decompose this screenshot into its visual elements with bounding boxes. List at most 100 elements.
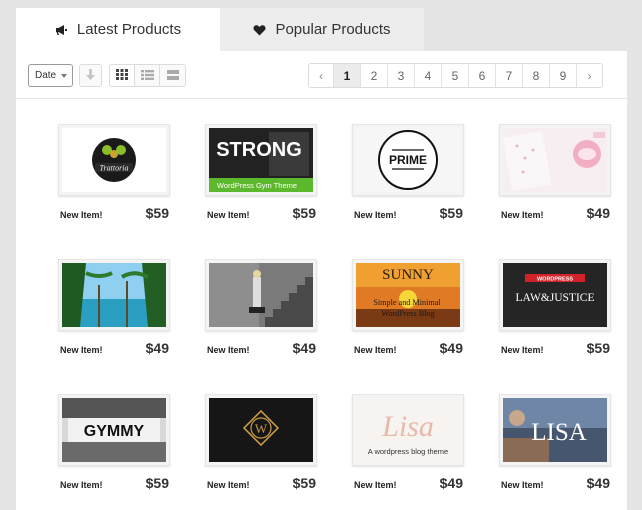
arrow-down-icon (85, 67, 96, 85)
product-card: Trattoria New Item! $59 (58, 124, 170, 236)
tab-label: Popular Products (275, 21, 391, 38)
product-label: New Item! (207, 480, 250, 490)
pagination: ‹ 1 2 3 4 5 6 7 8 9 › (308, 63, 603, 88)
product-label: New Item! (60, 480, 103, 490)
product-thumbnail[interactable]: PRIME (352, 124, 464, 196)
list-view-icon (140, 67, 154, 85)
sort-direction-button[interactable] (79, 64, 102, 87)
thumb-text: STRONG (216, 139, 302, 161)
product-thumbnail[interactable]: WORDPRESS LAW&JUSTICE (499, 259, 611, 331)
product-card: Lisa A wordpress blog theme New Item! $4… (352, 394, 464, 506)
product-label: New Item! (207, 345, 250, 355)
thumb-text: Lisa (381, 410, 434, 443)
product-label: New Item! (207, 210, 250, 220)
list-view-button[interactable] (135, 65, 160, 86)
thumb-subtext-line: Simple and Minimal (373, 298, 441, 307)
product-thumbnail[interactable]: W (205, 394, 317, 466)
product-card: LISA New Item! $49 (499, 394, 611, 506)
tab-label: Latest Products (76, 21, 182, 38)
pagination-page-7[interactable]: 7 (496, 64, 523, 87)
product-thumbnail[interactable] (205, 259, 317, 331)
product-card: GYMMY New Item! $59 (58, 394, 170, 506)
thumb-text: SUNNY (382, 267, 434, 283)
product-thumbnail[interactable]: STRONG WordPress Gym Theme (205, 124, 317, 196)
pagination-page-1[interactable]: 1 (334, 64, 361, 87)
product-thumbnail[interactable] (58, 259, 170, 331)
product-meta: New Item! $49 (499, 205, 611, 221)
sort-select[interactable]: Date (28, 64, 73, 87)
pagination-prev[interactable]: ‹ (309, 64, 334, 87)
product-price: $59 (292, 475, 316, 491)
pagination-page-8[interactable]: 8 (523, 64, 550, 87)
pagination-page-9[interactable]: 9 (550, 64, 577, 87)
product-thumbnail[interactable]: SUNNY Simple and Minimal WordPress Blog (352, 259, 464, 331)
pagination-next[interactable]: › (577, 64, 602, 87)
thumb-text: Trattoria (100, 164, 129, 173)
product-price: $49 (439, 340, 463, 356)
product-price: $59 (292, 205, 316, 221)
thumb-subtext: WordPress Gym Theme (217, 181, 297, 190)
product-label: New Item! (354, 210, 397, 220)
product-card: STRONG WordPress Gym Theme New Item! $59 (205, 124, 317, 236)
product-label: New Item! (501, 345, 544, 355)
thumb-text: W (255, 421, 268, 436)
product-meta: New Item! $49 (205, 340, 317, 356)
product-meta: New Item! $59 (205, 475, 317, 491)
product-price: $59 (439, 205, 463, 221)
products-toolbar: Date ‹ 1 2 3 4 5 6 7 8 9 › (16, 51, 627, 99)
pagination-page-2[interactable]: 2 (361, 64, 388, 87)
pagination-page-5[interactable]: 5 (442, 64, 469, 87)
product-meta: New Item! $49 (499, 475, 611, 491)
thumb-text: PRIME (389, 153, 427, 167)
product-grid: Trattoria New Item! $59 STRONG WordPress… (58, 124, 611, 506)
pagination-page-4[interactable]: 4 (415, 64, 442, 87)
thumb-text: LAW&JUSTICE (516, 292, 595, 304)
product-label: New Item! (60, 345, 103, 355)
grid-view-button[interactable] (110, 65, 135, 86)
thumb-subtext: A wordpress blog theme (368, 447, 448, 456)
megaphone-icon (55, 24, 68, 36)
product-card: New Item! $49 (205, 259, 317, 371)
product-meta: New Item! $49 (352, 340, 464, 356)
pagination-page-6[interactable]: 6 (469, 64, 496, 87)
thumb-subtext-line: WordPress Blog (381, 309, 434, 318)
product-price: $49 (292, 340, 316, 356)
product-card: W New Item! $59 (205, 394, 317, 506)
product-card: New Item! $49 (499, 124, 611, 236)
product-card: New Item! $49 (58, 259, 170, 371)
product-meta: New Item! $49 (352, 475, 464, 491)
product-meta: New Item! $59 (499, 340, 611, 356)
product-price: $49 (586, 205, 610, 221)
product-thumbnail[interactable] (499, 124, 611, 196)
tab-popular-products[interactable]: Popular Products (220, 8, 424, 51)
product-meta: New Item! $59 (58, 205, 170, 221)
product-card: WORDPRESS LAW&JUSTICE New Item! $59 (499, 259, 611, 371)
thumb-text: LISA (531, 419, 587, 446)
compact-view-icon (166, 67, 179, 85)
grid-view-icon (116, 67, 128, 85)
compact-view-button[interactable] (160, 65, 185, 86)
product-thumbnail[interactable]: LISA (499, 394, 611, 466)
product-card: PRIME New Item! $59 (352, 124, 464, 236)
product-price: $49 (586, 475, 610, 491)
thumb-text: GYMMY (84, 423, 145, 440)
product-meta: New Item! $59 (205, 205, 317, 221)
product-label: New Item! (354, 480, 397, 490)
product-label: New Item! (501, 210, 544, 220)
product-meta: New Item! $59 (58, 475, 170, 491)
chevron-down-icon (61, 74, 67, 78)
pagination-page-3[interactable]: 3 (388, 64, 415, 87)
thumb-subtext: WORDPRESS (537, 277, 573, 283)
product-label: New Item! (501, 480, 544, 490)
product-price: $59 (586, 340, 610, 356)
product-price: $49 (439, 475, 463, 491)
product-thumbnail[interactable]: Trattoria (58, 124, 170, 196)
product-card: SUNNY Simple and Minimal WordPress Blog … (352, 259, 464, 371)
product-price: $59 (145, 475, 169, 491)
view-mode-group (109, 64, 186, 87)
tab-latest-products[interactable]: Latest Products (16, 8, 220, 51)
product-thumbnail[interactable]: Lisa A wordpress blog theme (352, 394, 464, 466)
product-meta: New Item! $59 (352, 205, 464, 221)
product-thumbnail[interactable]: GYMMY (58, 394, 170, 466)
product-tabs: Latest Products Popular Products (16, 8, 424, 51)
